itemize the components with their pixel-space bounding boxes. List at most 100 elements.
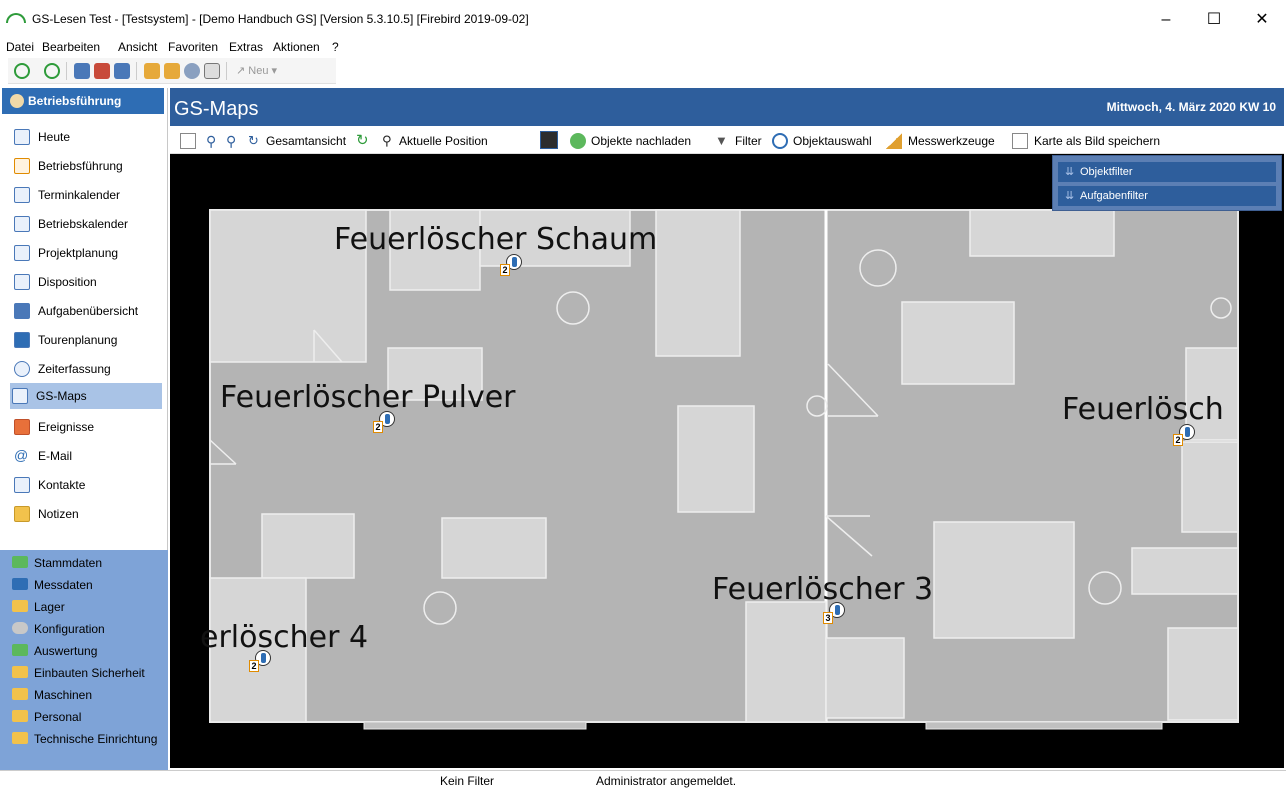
- karte-speichern-button[interactable]: Karte als Bild speichern: [1034, 134, 1160, 148]
- clock-icon[interactable]: [184, 63, 200, 79]
- marker-count: 2: [373, 421, 383, 433]
- menu-help[interactable]: ?: [332, 40, 339, 54]
- refresh-icon[interactable]: ↻: [356, 131, 372, 149]
- notes-icon[interactable]: [204, 63, 220, 79]
- sidebar-item-tourenplanung[interactable]: Tourenplanung: [12, 327, 164, 353]
- user-status: Administrator angemeldet.: [596, 774, 737, 788]
- sidebar-lower-einbauten[interactable]: Einbauten Sicherheit: [12, 662, 145, 684]
- sidebar-item-label: Kontakte: [38, 478, 86, 492]
- map-label: Feuerlöscher Schaum: [334, 222, 658, 257]
- extinguisher-marker[interactable]: 3: [823, 602, 845, 624]
- filter-button[interactable]: Filter: [735, 134, 762, 148]
- messwerkzeuge-button[interactable]: Messwerkzeuge: [908, 134, 995, 148]
- sidebar-header[interactable]: Betriebsführung: [2, 88, 164, 114]
- filter-status: Kein Filter: [440, 774, 495, 788]
- users-icon[interactable]: [114, 63, 130, 79]
- master-data-icon: [12, 556, 28, 568]
- sidebar: Betriebsführung Heute Betriebsführung Te…: [0, 88, 168, 770]
- neu-button[interactable]: ↗ Neu ▾: [236, 64, 277, 77]
- extinguisher-marker[interactable]: 2: [373, 411, 395, 433]
- layer-toggle-icon[interactable]: [540, 131, 558, 149]
- sidebar-lower-personal[interactable]: Personal: [12, 706, 81, 728]
- sidebar-item-label: Betriebsführung: [38, 159, 123, 173]
- sidebar-item-heute[interactable]: Heute: [12, 124, 164, 150]
- zoom-out-icon[interactable]: ⚲: [226, 133, 242, 149]
- objekte-nachladen-button[interactable]: Objekte nachladen: [591, 134, 691, 148]
- report-icon: [12, 644, 28, 656]
- sidebar-lower-technik[interactable]: Technische Einrichtung: [12, 728, 157, 750]
- extinguisher-marker[interactable]: 2: [500, 254, 522, 276]
- aufgabenfilter-row[interactable]: ⇊ Aufgabenfilter: [1058, 186, 1276, 206]
- sidebar-lower-maschinen[interactable]: Maschinen: [12, 684, 92, 706]
- sidebar-item-notizen[interactable]: Notizen: [12, 501, 164, 527]
- sidebar-lower-konfiguration[interactable]: Konfiguration: [12, 618, 105, 640]
- menu-bar: Datei Bearbeiten Ansicht Favoriten Extra…: [0, 38, 1286, 58]
- gesamtansicht-button[interactable]: Gesamtansicht: [266, 134, 346, 148]
- task-alert-icon[interactable]: [164, 63, 180, 79]
- sidebar-item-zeiterfassung[interactable]: Zeiterfassung: [12, 356, 164, 382]
- menu-ansicht[interactable]: Ansicht: [118, 40, 157, 54]
- user-icon[interactable]: [74, 63, 90, 79]
- map-label: Feuerlösch: [1062, 392, 1224, 427]
- sidebar-item-label: Disposition: [38, 275, 97, 289]
- menu-datei[interactable]: Datei: [6, 40, 34, 54]
- sidebar-item-ereignisse[interactable]: Ereignisse: [12, 414, 164, 440]
- sidebar-item-email[interactable]: @ E-Mail: [12, 443, 164, 469]
- aktuelle-position-button[interactable]: Aktuelle Position: [399, 134, 488, 148]
- contact-card-icon: [14, 477, 30, 493]
- checkbox-icon: [14, 158, 30, 174]
- map-view-icon[interactable]: [180, 133, 196, 149]
- sidebar-item-label: Technische Einrichtung: [34, 732, 158, 746]
- calendar-grid-icon: [14, 216, 30, 232]
- sidebar-item-disposition[interactable]: Disposition: [12, 269, 164, 295]
- sidebar-item-label: Terminkalender: [38, 188, 121, 202]
- warehouse-icon: [12, 600, 28, 612]
- sidebar-lower-stammdaten[interactable]: Stammdaten: [12, 552, 102, 574]
- forward-icon[interactable]: [44, 63, 60, 79]
- folder-icon: [12, 688, 28, 700]
- menu-aktionen[interactable]: Aktionen: [273, 40, 320, 54]
- sidebar-item-betriebsfuehrung[interactable]: Betriebsführung: [12, 153, 164, 179]
- ruler-icon: [886, 133, 902, 149]
- notes-icon: [14, 506, 30, 522]
- map-icon: [12, 388, 28, 404]
- menu-bearbeiten[interactable]: Bearbeiten: [42, 40, 100, 54]
- sidebar-item-betriebskalender[interactable]: Betriebskalender: [12, 211, 164, 237]
- sidebar-lower-messdaten[interactable]: Messdaten: [12, 574, 93, 596]
- objektfilter-row[interactable]: ⇊ Objektfilter: [1058, 162, 1276, 182]
- sidebar-item-projektplanung[interactable]: Projektplanung: [12, 240, 164, 266]
- save-image-icon: [1012, 133, 1028, 149]
- menu-extras[interactable]: Extras: [229, 40, 263, 54]
- location-pin-icon: ⚲: [382, 133, 392, 148]
- objektauswahl-button[interactable]: Objektauswahl: [793, 134, 872, 148]
- maximize-button[interactable]: ☐: [1194, 8, 1234, 32]
- back-icon[interactable]: [14, 63, 30, 79]
- page-header: GS-Maps Mittwoch, 4. März 2020 KW 10: [170, 88, 1284, 126]
- task-icon[interactable]: [144, 63, 160, 79]
- sidebar-item-label: Notizen: [38, 507, 79, 521]
- sidebar-lower-auswertung[interactable]: Auswertung: [12, 640, 97, 662]
- sidebar-lower-panel: Stammdaten Messdaten Lager Konfiguration…: [0, 550, 168, 770]
- event-icon: [14, 419, 30, 435]
- sidebar-header-label: Betriebsführung: [28, 94, 122, 108]
- close-button[interactable]: ✕: [1242, 8, 1282, 32]
- tasks-icon: [14, 303, 30, 319]
- sidebar-lower-lager[interactable]: Lager: [12, 596, 65, 618]
- people-icon: [10, 94, 24, 108]
- map-canvas[interactable]: Feuerlöscher Schaum Feuerlöscher Pulver …: [170, 154, 1284, 768]
- lasso-icon: [772, 133, 788, 149]
- filter-panel: ⇊ Objektfilter ⇊ Aufgabenfilter: [1052, 155, 1282, 211]
- extinguisher-marker[interactable]: 2: [249, 650, 271, 672]
- zoom-in-icon[interactable]: ⚲: [206, 133, 222, 149]
- extinguisher-marker[interactable]: 2: [1173, 424, 1195, 446]
- sidebar-item-label: Messdaten: [34, 578, 93, 592]
- menu-favoriten[interactable]: Favoriten: [168, 40, 218, 54]
- overview-icon: ↻: [248, 133, 259, 148]
- user-delete-icon[interactable]: [94, 63, 110, 79]
- sidebar-item-gs-maps[interactable]: GS-Maps: [10, 383, 162, 409]
- sidebar-item-label: Aufgabenübersicht: [38, 304, 139, 318]
- sidebar-item-aufgabenuebersicht[interactable]: Aufgabenübersicht: [12, 298, 164, 324]
- sidebar-item-terminkalender[interactable]: Terminkalender: [12, 182, 164, 208]
- sidebar-item-kontakte[interactable]: Kontakte: [12, 472, 164, 498]
- minimize-button[interactable]: –: [1146, 8, 1186, 32]
